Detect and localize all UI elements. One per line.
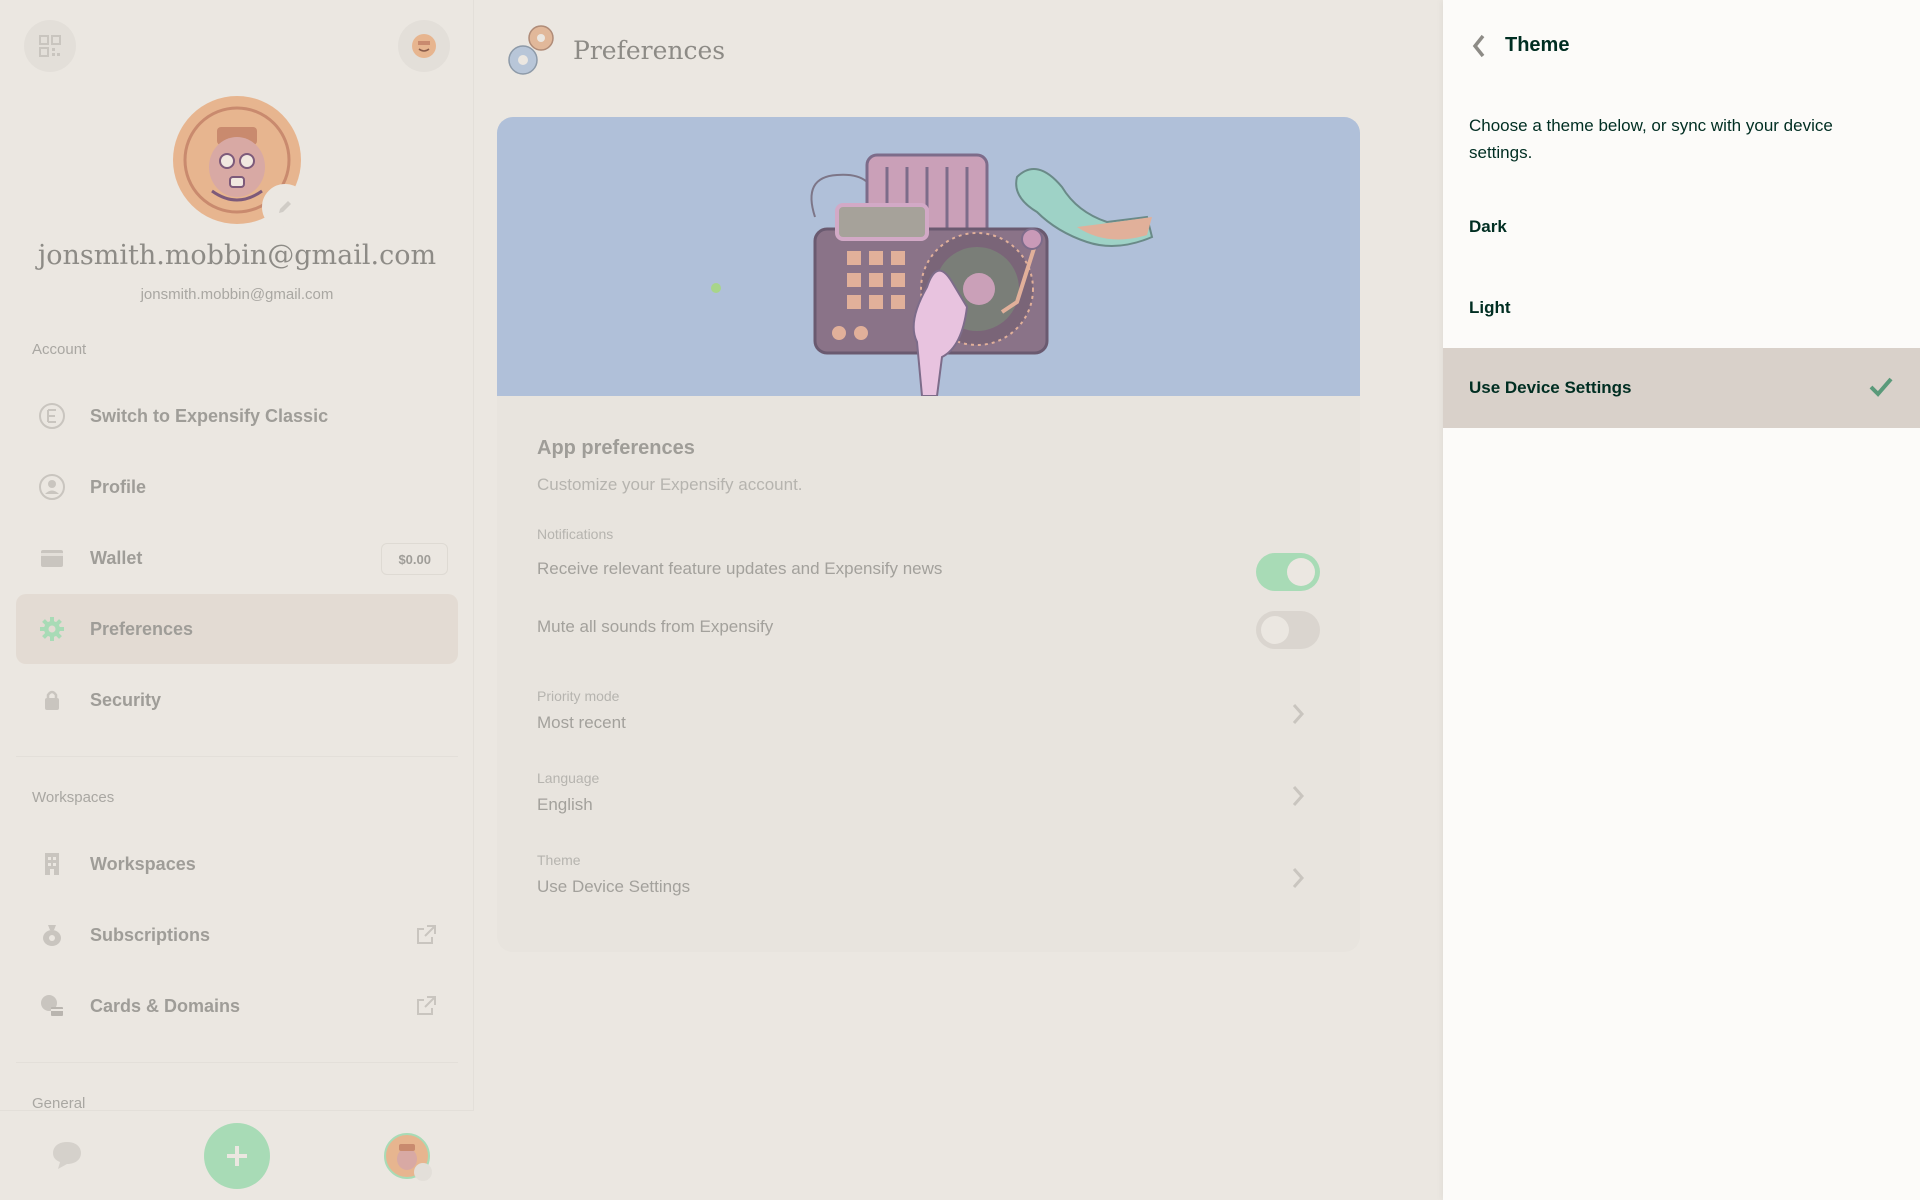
theme-option-light[interactable]: Light [1443,268,1920,348]
sidebar-item-workspaces[interactable]: Workspaces [16,829,458,899]
chat-tab-button[interactable] [50,1139,84,1176]
dj-turntable-illustration [711,153,1154,397]
option-label: Dark [1469,217,1507,236]
emoji-avatar-icon [412,34,436,58]
sidebar-item-label: Preferences [90,618,194,639]
section-title: App preferences [537,437,695,459]
section-label-account: Account [32,341,87,358]
sidebar-item-label: Cards & Domains [90,995,241,1016]
expensify-classic-icon [34,398,70,434]
money-bag-icon [34,917,70,953]
building-icon [34,846,70,882]
sidebar: jonsmith.mobbin@gmail.com jonsmith.mobbi… [0,0,474,1200]
sidebar-item-label: Security [90,689,162,710]
external-link-icon [414,994,438,1023]
back-button[interactable] [1463,30,1495,62]
sidebar-item-wallet[interactable]: Wallet $0.00 [16,523,458,593]
row-label: Priority mode [537,688,620,704]
sidebar-item-label: Switch to Expensify Classic [90,405,329,426]
sidebar-divider [16,756,458,757]
page-title: Preferences [573,36,726,65]
row-value: Use Device Settings [537,877,691,896]
sidebar-item-label: Profile [90,476,147,497]
row-value: English [537,795,593,814]
chevron-right-icon [1290,784,1306,813]
display-name: jonsmith.mobbin@gmail.com [37,240,437,271]
app-preferences-card: App preferences Customize your Expensify… [497,117,1360,952]
bottom-tab-bar [0,1110,474,1200]
sidebar-item-subscriptions[interactable]: Subscriptions [16,900,458,970]
section-label-workspaces: Workspaces [32,789,115,806]
lock-icon [34,682,70,718]
create-button[interactable] [204,1123,270,1189]
display-email: jonsmith.mobbin@gmail.com [140,286,334,303]
sidebar-item-label: Subscriptions [90,924,211,945]
wallet-icon [34,540,70,576]
toggle-knob [1261,616,1289,644]
language-row[interactable]: Language English [537,770,1320,830]
chevron-right-icon [1290,866,1306,895]
plus-icon [227,1146,247,1166]
chat-bubble-icon [53,1142,81,1169]
qr-code-icon [39,35,61,57]
account-avatar-button[interactable] [384,1133,432,1181]
notifications-label: Notifications [537,526,614,542]
sidebar-item-preferences[interactable]: Preferences [16,594,458,664]
feature-updates-row: Receive relevant feature updates and Exp… [537,553,1320,593]
row-label: Language [537,770,600,786]
hero-illustration [497,117,1360,397]
toggle-knob [1287,558,1315,586]
chevron-left-icon [1472,34,1485,58]
panel-title: Theme [1505,34,1570,56]
toggle-label: Receive relevant feature updates and Exp… [537,559,943,578]
sidebar-item-label: Workspaces [90,853,196,874]
option-label: Use Device Settings [1469,378,1632,397]
sidebar-divider [16,1062,458,1063]
chevron-right-icon [1290,702,1306,731]
panel-description: Choose a theme below, or sync with your … [1469,116,1833,162]
sidebar-item-cards-domains[interactable]: Cards & Domains [16,971,458,1041]
checkmark-icon [1868,374,1894,405]
option-label: Light [1469,298,1511,317]
toggle-label: Mute all sounds from Expensify [537,617,774,636]
gear-icon [34,611,70,647]
feature-updates-toggle[interactable] [1256,553,1320,591]
wallet-balance-badge: $0.00 [381,543,448,575]
sidebar-item-security[interactable]: Security [16,665,458,735]
edit-avatar-button[interactable] [262,184,308,230]
mute-sounds-toggle[interactable] [1256,611,1320,649]
status-emoji-button[interactable] [398,20,450,72]
qr-code-button[interactable] [24,20,76,72]
theme-option-device-settings[interactable]: Use Device Settings [1443,348,1920,428]
row-value: Most recent [537,713,626,732]
external-link-icon [414,923,438,952]
main-content: Preferences App preferences Customize yo… [475,0,1443,1200]
globe-card-icon [34,988,70,1024]
profile-icon [34,469,70,505]
theme-option-dark[interactable]: Dark [1443,187,1920,267]
sidebar-item-label: Wallet [90,547,143,568]
sidebar-item-profile[interactable]: Profile [16,452,458,522]
mute-sounds-row: Mute all sounds from Expensify [537,611,1320,651]
section-subtitle: Customize your Expensify account. [537,475,803,494]
pencil-icon [279,201,291,213]
preferences-gears-icon [503,22,559,85]
theme-panel: Theme Choose a theme below, or sync with… [1443,0,1920,1200]
theme-row[interactable]: Theme Use Device Settings [537,852,1320,912]
status-emoji-icon [414,1163,432,1181]
row-label: Theme [537,852,581,868]
priority-mode-row[interactable]: Priority mode Most recent [537,688,1320,748]
sidebar-item-expensify-classic[interactable]: Switch to Expensify Classic [16,381,458,451]
